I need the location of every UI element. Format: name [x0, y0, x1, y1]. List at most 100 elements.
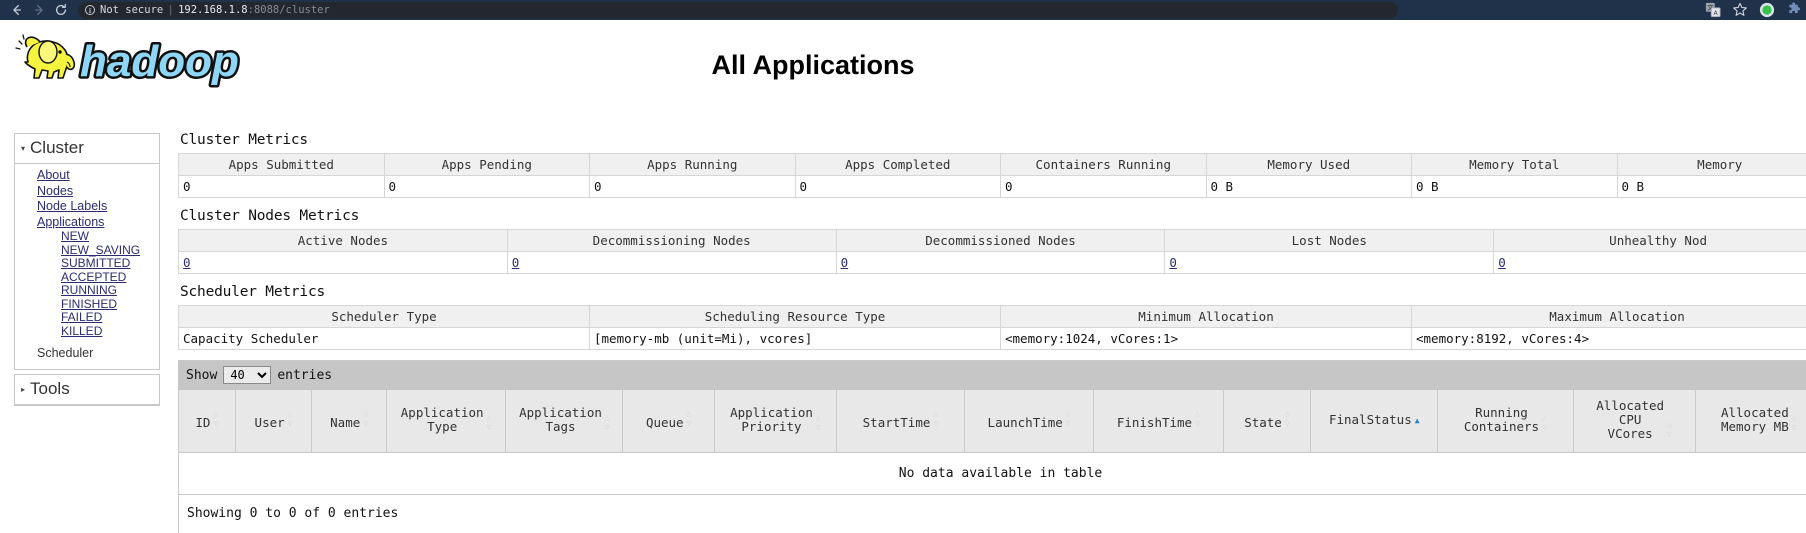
sort-icon-state[interactable]	[1285, 409, 1290, 429]
sidebar-cluster-label: Cluster	[30, 138, 84, 157]
profile-avatar-icon[interactable]	[1759, 2, 1775, 18]
col-memory-reserved: Memory	[1617, 153, 1806, 176]
col-id-label: ID	[195, 415, 211, 431]
sort-icon-user[interactable]	[288, 409, 293, 429]
sort-icon-application-type[interactable]	[487, 413, 492, 433]
col-apps-completed: Apps Completed	[795, 153, 1001, 176]
address-bar[interactable]: i Not secure | 192.168.1.8:8088/cluster	[78, 1, 1398, 19]
val-minimum-allocation: <memory:1024, vCores:1>	[1000, 327, 1412, 350]
table-header-row: ID User Name ApplicationType Application…	[179, 390, 1806, 453]
page-length-select[interactable]: 204060100	[223, 366, 272, 384]
col-running-containers[interactable]: Running Containers	[1437, 390, 1574, 453]
col-state[interactable]: State	[1223, 390, 1312, 453]
col-application-tags[interactable]: Application Tags	[505, 390, 624, 453]
col-allocated-cpu-vcores[interactable]: Allocated CPU VCores	[1573, 390, 1696, 453]
sort-icon-running-containers[interactable]	[1542, 413, 1547, 433]
sidebar-item-about[interactable]: About	[15, 168, 159, 184]
omnibox-divider: |	[169, 4, 173, 16]
sidebar-section-tools: ▸ Tools	[14, 373, 160, 406]
sort-icon-launchtime[interactable]	[1066, 409, 1071, 429]
col-apps-pending: Apps Pending	[384, 153, 590, 176]
star-icon[interactable]	[1732, 2, 1748, 18]
col-finalstatus-label: FinalStatus	[1328, 412, 1412, 428]
col-application-type[interactable]: Application Type	[386, 390, 507, 453]
translate-icon[interactable]: 文 A	[1705, 2, 1721, 18]
browser-action-icons: 文 A	[1705, 0, 1802, 20]
sidebar-cluster-header[interactable]: ▾ Cluster	[15, 134, 159, 164]
col-id[interactable]: ID	[179, 390, 236, 453]
sort-icon-id[interactable]	[213, 409, 218, 429]
sidebar-item-scheduler[interactable]: Scheduler	[15, 346, 159, 362]
col-user[interactable]: User	[235, 390, 313, 453]
svg-text:A: A	[1714, 10, 1719, 17]
col-finishtime[interactable]: FinishTime	[1093, 390, 1224, 453]
security-status-label: Not secure	[100, 4, 164, 16]
reload-icon[interactable]	[50, 1, 72, 19]
sidebar-item-state-accepted[interactable]: ACCEPTED	[15, 270, 159, 285]
col-launchtime-label: LaunchTime	[987, 415, 1063, 431]
col-state-label: State	[1244, 415, 1282, 431]
sidebar-item-node-labels[interactable]: Node Labels	[15, 199, 159, 215]
col-allocated-cpu-vcores-label: Allocated CPU VCores	[1596, 398, 1664, 442]
show-label: Show	[186, 367, 218, 383]
col-memory-used: Memory Used	[1206, 153, 1412, 176]
decommissioning-nodes-link[interactable]: 0	[512, 255, 520, 270]
sidebar-cluster-links: About Nodes Node Labels Applications NEW…	[15, 164, 159, 369]
active-nodes-link[interactable]: 0	[183, 255, 191, 270]
back-arrow-icon[interactable]	[6, 1, 28, 19]
sidebar-item-state-submitted[interactable]: SUBMITTED	[15, 256, 159, 271]
col-starttime[interactable]: StartTime	[836, 390, 965, 453]
val-unhealthy-nodes[interactable]: 0	[1493, 251, 1806, 274]
col-queue-label: Queue	[645, 415, 684, 431]
val-decommissioned-nodes[interactable]: 0	[836, 251, 1166, 274]
sort-icon-finishtime[interactable]	[1195, 409, 1200, 429]
forward-arrow-icon[interactable]	[28, 1, 50, 19]
scheduler-metrics-table: Scheduler Type Scheduling Resource Type …	[178, 305, 1806, 350]
col-allocated-memory-mb[interactable]: Allocated Memory MB	[1695, 390, 1806, 453]
sort-icon-allocated-cpu-vcores[interactable]	[1667, 420, 1672, 440]
caret-down-icon: ▾	[21, 144, 26, 153]
sidebar-item-state-finished[interactable]: FINISHED	[15, 297, 159, 312]
puzzle-piece-icon[interactable]	[1786, 2, 1802, 18]
sort-icon-application-priority[interactable]	[816, 413, 821, 433]
col-decommissioned-nodes: Decommissioned Nodes	[836, 229, 1166, 252]
val-containers-running: 0	[1000, 175, 1207, 198]
decommissioned-nodes-link[interactable]: 0	[841, 255, 849, 270]
scheduler-metrics-title: Scheduler Metrics	[180, 284, 326, 300]
col-application-priority[interactable]: Application Priority	[714, 390, 837, 453]
col-finalstatus[interactable]: FinalStatus	[1310, 390, 1439, 453]
sidebar-item-nodes[interactable]: Nodes	[15, 184, 159, 200]
sidebar-item-state-failed[interactable]: FAILED	[15, 310, 159, 325]
sidebar-item-applications[interactable]: Applications	[15, 215, 159, 231]
applications-toolbar: Show 204060100 entries	[179, 361, 1806, 390]
val-lost-nodes[interactable]: 0	[1164, 251, 1495, 274]
unhealthy-nodes-link[interactable]: 0	[1498, 255, 1506, 270]
col-decommissioning-nodes: Decommissioning Nodes	[507, 229, 837, 252]
sidebar-tools-header[interactable]: ▸ Tools	[15, 375, 159, 405]
sort-icon-allocated-memory-mb[interactable]	[1792, 413, 1797, 433]
val-decommissioning-nodes[interactable]: 0	[507, 251, 837, 274]
sort-icon-queue[interactable]	[687, 409, 692, 429]
col-launchtime[interactable]: LaunchTime	[964, 390, 1095, 453]
sidebar-item-state-new[interactable]: NEW	[15, 229, 159, 244]
col-application-priority-label: Application Priority	[730, 405, 813, 435]
col-queue[interactable]: Queue	[622, 390, 715, 453]
sidebar-item-state-killed[interactable]: KILLED	[15, 324, 159, 339]
sidebar-item-state-new-saving[interactable]: NEW_SAVING	[15, 243, 159, 258]
sidebar-section-cluster: ▾ Cluster About Nodes Node Labels Applic…	[14, 133, 160, 370]
col-allocated-memory-mb-label: Allocated Memory MB	[1720, 405, 1789, 435]
val-active-nodes[interactable]: 0	[178, 251, 508, 274]
lost-nodes-link[interactable]: 0	[1169, 255, 1177, 270]
sort-icon-starttime[interactable]	[933, 409, 938, 429]
sort-icon-finalstatus[interactable]	[1415, 416, 1420, 426]
sidebar-tools-label: Tools	[30, 378, 70, 398]
info-circle-icon[interactable]: i	[85, 5, 95, 15]
table-row: 0 0 0 0 0 0 B 0 B 0 B	[178, 175, 1806, 198]
col-name[interactable]: Name	[311, 390, 387, 453]
caret-right-icon: ▸	[21, 384, 26, 394]
val-apps-submitted: 0	[178, 175, 385, 198]
sort-icon-name[interactable]	[363, 409, 368, 429]
sidebar-item-state-running[interactable]: RUNNING	[15, 283, 159, 298]
sort-icon-application-tags[interactable]	[605, 413, 610, 433]
col-finishtime-label: FinishTime	[1116, 415, 1193, 431]
